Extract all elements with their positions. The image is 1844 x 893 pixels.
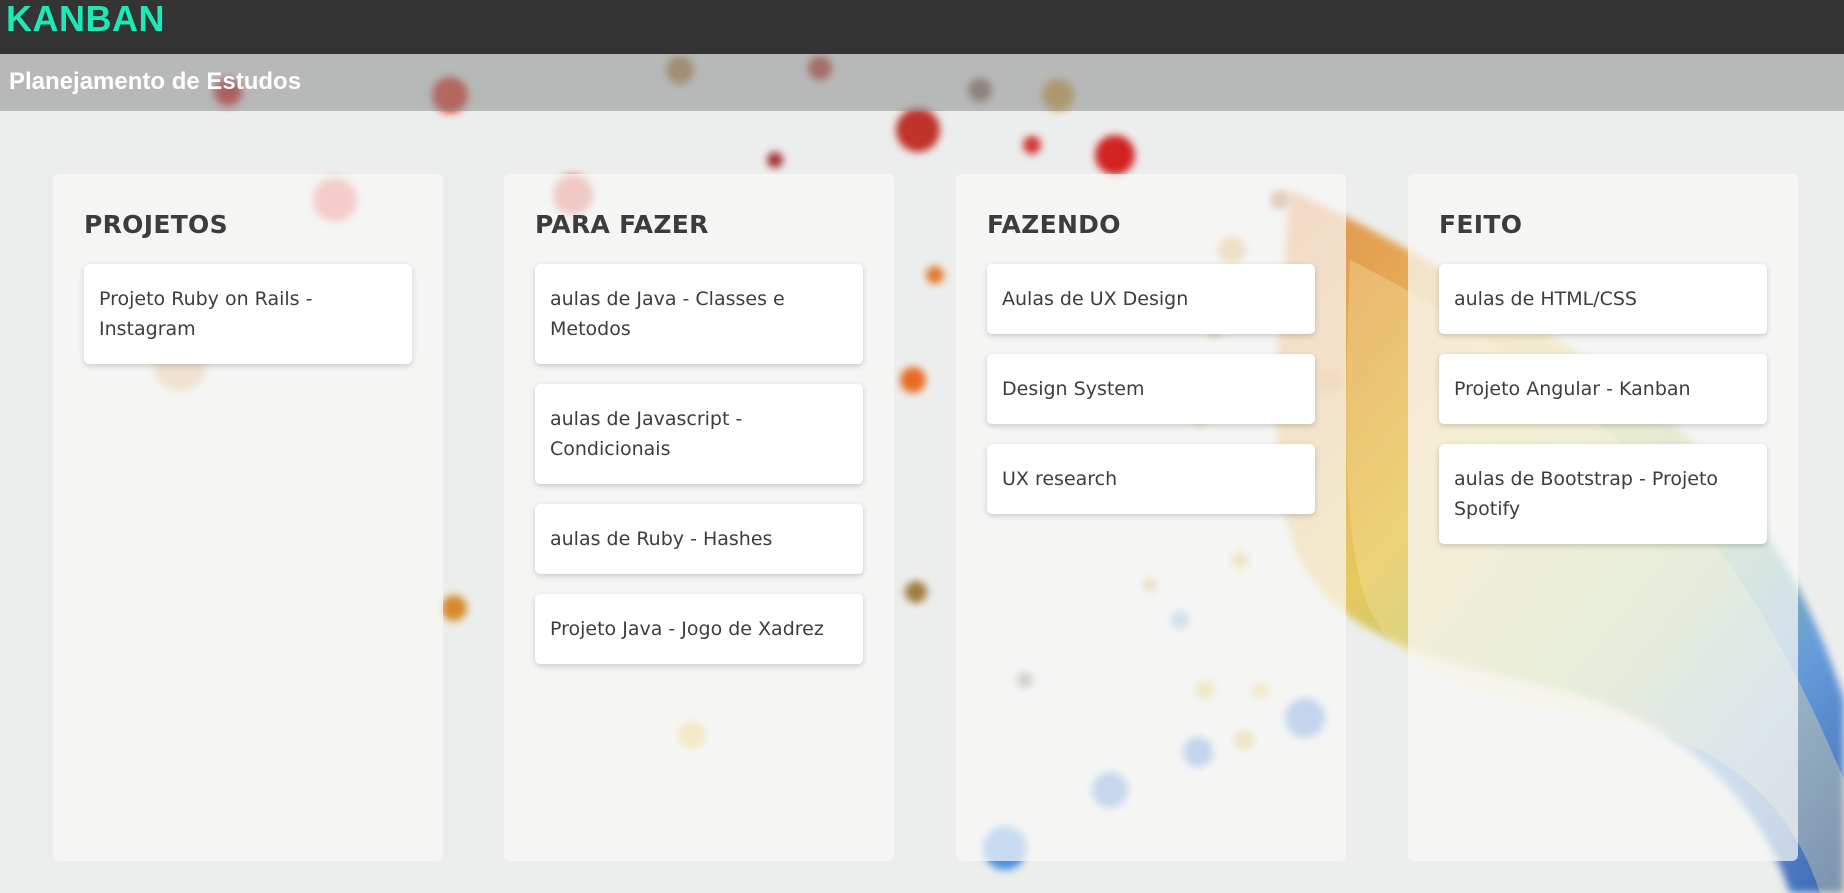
task-card[interactable]: Design System: [987, 354, 1315, 424]
task-card[interactable]: aulas de Ruby - Hashes: [535, 504, 863, 574]
task-card[interactable]: Projeto Java - Jogo de Xadrez: [535, 594, 863, 664]
task-card[interactable]: Aulas de UX Design: [987, 264, 1315, 334]
task-card[interactable]: aulas de Bootstrap - Projeto Spotify: [1439, 444, 1767, 544]
task-card[interactable]: Projeto Angular - Kanban: [1439, 354, 1767, 424]
task-card[interactable]: aulas de HTML/CSS: [1439, 264, 1767, 334]
board-title: Planejamento de Estudos: [9, 68, 302, 95]
board-header: Planejamento de Estudos: [0, 54, 1844, 111]
column-title: PARA FAZER: [535, 210, 709, 239]
task-card[interactable]: Projeto Ruby on Rails - Instagram: [84, 264, 412, 364]
task-card[interactable]: aulas de Javascript - Condicionais: [535, 384, 863, 484]
top-navigation-bar: KANBAN: [0, 0, 1844, 54]
column-fazendo: FAZENDO Aulas de UX Design Design System…: [956, 174, 1346, 861]
column-title: FAZENDO: [987, 210, 1121, 239]
task-card[interactable]: aulas de Java - Classes e Metodos: [535, 264, 863, 364]
column-title: FEITO: [1439, 210, 1523, 239]
column-projetos: PROJETOS Projeto Ruby on Rails - Instagr…: [53, 174, 443, 861]
task-card[interactable]: UX research: [987, 444, 1315, 514]
column-title: PROJETOS: [84, 210, 228, 239]
column-para-fazer: PARA FAZER aulas de Java - Classes e Met…: [504, 174, 894, 861]
app-logo[interactable]: KANBAN: [6, 0, 165, 38]
column-feito: FEITO aulas de HTML/CSS Projeto Angular …: [1408, 174, 1798, 861]
